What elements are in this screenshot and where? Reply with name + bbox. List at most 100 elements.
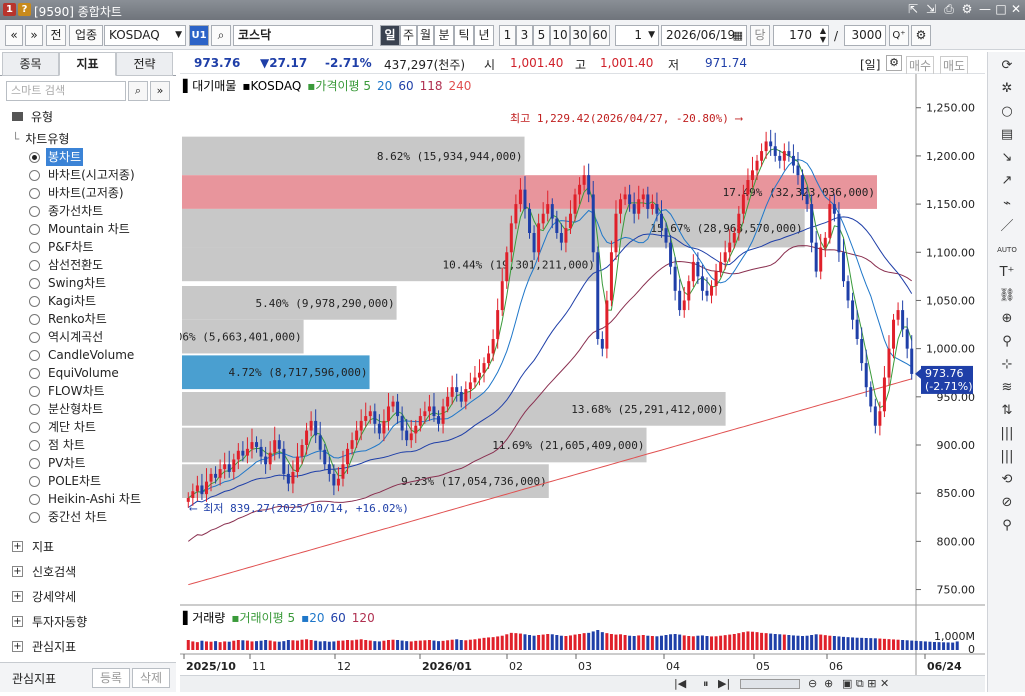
- radio-icon[interactable]: [29, 188, 40, 199]
- drawing-tool-icon[interactable]: ⟲: [996, 470, 1018, 490]
- radio-icon[interactable]: [29, 368, 40, 379]
- radio-icon[interactable]: [29, 422, 40, 433]
- interval-60[interactable]: 60: [590, 25, 610, 46]
- radio-icon[interactable]: [29, 260, 40, 271]
- buy-button[interactable]: 매수: [906, 56, 935, 75]
- max-bars-field[interactable]: 3000: [844, 25, 886, 46]
- radio-icon[interactable]: [29, 314, 40, 325]
- expand-plus-icon[interactable]: +: [12, 616, 23, 627]
- expand-icon[interactable]: »: [150, 81, 170, 101]
- scroll-left-button[interactable]: |◀: [674, 677, 686, 690]
- chart-type-item[interactable]: 분산형차트: [46, 400, 105, 418]
- radio-icon[interactable]: [29, 440, 40, 451]
- radio-icon[interactable]: [29, 296, 40, 307]
- chart-type-item[interactable]: P&F차트: [46, 238, 96, 256]
- interval-10[interactable]: 10: [550, 25, 570, 46]
- drawing-tool-icon[interactable]: |||: [996, 424, 1018, 444]
- delete-button[interactable]: 삭제: [132, 668, 170, 688]
- interval-5[interactable]: 5: [533, 25, 550, 46]
- pin-icon[interactable]: ⇱: [905, 2, 921, 16]
- radio-icon[interactable]: [29, 512, 40, 523]
- register-button[interactable]: 등록: [92, 668, 130, 688]
- chart-type-item[interactable]: EquiVolume: [46, 364, 121, 382]
- chart-type-item[interactable]: CandleVolume: [46, 346, 136, 364]
- indicator-group[interactable]: + 지표: [0, 536, 176, 558]
- chart-type-item[interactable]: 점 차트: [46, 436, 87, 454]
- chart-type-item[interactable]: 바차트(시고저종): [46, 166, 137, 184]
- index-select[interactable]: KOSDAQ ▼: [104, 25, 186, 46]
- expand-plus-icon[interactable]: +: [12, 566, 23, 577]
- next-nav-button[interactable]: »: [25, 25, 43, 46]
- chart-type-item[interactable]: 봉차트: [46, 148, 84, 166]
- tab-strategy[interactable]: 전략: [116, 52, 173, 76]
- smart-search-input[interactable]: 스마트 검색: [6, 81, 126, 101]
- tab-indicator[interactable]: 지표: [59, 52, 116, 76]
- indicator-group[interactable]: + 관심지표: [0, 636, 176, 658]
- drawing-tool-icon[interactable]: AUTO: [996, 240, 1018, 260]
- zoom-out-button[interactable]: ⊖: [808, 677, 817, 690]
- chart-type-item[interactable]: 계단 차트: [46, 418, 98, 436]
- zoom-in-button[interactable]: ⊕: [824, 677, 833, 690]
- interval-1[interactable]: 1: [499, 25, 516, 46]
- expand-plus-icon[interactable]: +: [12, 541, 23, 552]
- radio-icon[interactable]: [29, 206, 40, 217]
- drawing-tool-icon[interactable]: ✲: [996, 79, 1018, 99]
- radio-icon[interactable]: [29, 152, 40, 163]
- drawing-tool-icon[interactable]: ≋: [996, 378, 1018, 398]
- capture-icon[interactable]: ⎙: [941, 2, 957, 17]
- radio-icon[interactable]: [29, 494, 40, 505]
- close-icon[interactable]: ✕: [1008, 2, 1024, 16]
- indicator-group[interactable]: + 강세약세: [0, 586, 176, 608]
- radio-icon[interactable]: [29, 278, 40, 289]
- drawing-tool-icon[interactable]: ↗: [996, 171, 1018, 191]
- chart-type-item[interactable]: FLOW차트: [46, 382, 107, 400]
- period-minute[interactable]: 분: [434, 25, 454, 46]
- radio-icon[interactable]: [29, 350, 40, 361]
- calendar-icon[interactable]: ▦: [733, 26, 743, 45]
- chart-type-item[interactable]: PV차트: [46, 454, 88, 472]
- drawing-tool-icon[interactable]: ⚲: [996, 516, 1018, 536]
- tab-stock[interactable]: 종목: [2, 52, 59, 76]
- drawing-tool-icon[interactable]: ▤: [996, 125, 1018, 145]
- chart-type-item[interactable]: 종가선차트: [46, 202, 105, 220]
- drawing-tool-icon[interactable]: |||: [996, 447, 1018, 467]
- drawing-tool-icon[interactable]: ／: [996, 217, 1018, 237]
- drawing-tool-icon[interactable]: ○: [996, 102, 1018, 122]
- expand-plus-icon[interactable]: +: [12, 591, 23, 602]
- count-select[interactable]: 1 ▼: [615, 25, 659, 46]
- help-icon[interactable]: ?: [18, 3, 31, 16]
- indicator-group[interactable]: + 신호검색: [0, 561, 176, 583]
- bars-stepper[interactable]: 170 ▲ ▼: [773, 25, 829, 46]
- drawing-tool-icon[interactable]: ⌁: [996, 194, 1018, 214]
- drawing-tool-icon[interactable]: ⊘: [996, 493, 1018, 513]
- scroll-thumb[interactable]: [740, 679, 800, 689]
- symbol-search-icon[interactable]: ⌕: [211, 25, 231, 46]
- drawing-tool-icon[interactable]: ⚲: [996, 332, 1018, 352]
- indicator-group[interactable]: + 투자자동향: [0, 611, 176, 633]
- scroll-extra-tools[interactable]: ▣ ⧉ ⊞ ✕: [842, 677, 889, 691]
- chart-type-item[interactable]: Renko차트: [46, 310, 109, 328]
- search-icon[interactable]: ⌕: [128, 81, 148, 101]
- index-name-field[interactable]: 코스닥: [233, 25, 373, 46]
- radio-icon[interactable]: [29, 458, 40, 469]
- period-year[interactable]: 년: [474, 25, 494, 46]
- chart-type-item[interactable]: 역시계곡선: [46, 328, 105, 346]
- period-tick[interactable]: 틱: [454, 25, 474, 46]
- period-day[interactable]: 일: [380, 25, 400, 46]
- sector-button[interactable]: 업종: [69, 25, 103, 46]
- maximize-icon[interactable]: □: [993, 2, 1009, 16]
- chart-type-item[interactable]: Swing차트: [46, 274, 108, 292]
- current-button[interactable]: 당: [750, 25, 770, 46]
- settings-icon[interactable]: ⚙: [959, 2, 975, 16]
- minimize-icon[interactable]: —: [977, 2, 993, 16]
- drawing-tool-icon[interactable]: T⁺: [996, 263, 1018, 283]
- chart-type-item[interactable]: 중간선 차트: [46, 508, 109, 526]
- stepper-icon[interactable]: ▲ ▼: [820, 26, 826, 44]
- tree-header[interactable]: 유형: [12, 108, 53, 126]
- drawing-tool-icon[interactable]: ⊹: [996, 355, 1018, 375]
- chart-type-item[interactable]: 바차트(고저종): [46, 184, 126, 202]
- tree-subheader[interactable]: └ 차트유형: [12, 130, 69, 148]
- radio-icon[interactable]: [29, 332, 40, 343]
- chart-type-item[interactable]: Heikin-Ashi 차트: [46, 490, 143, 508]
- period-month[interactable]: 월: [417, 25, 434, 46]
